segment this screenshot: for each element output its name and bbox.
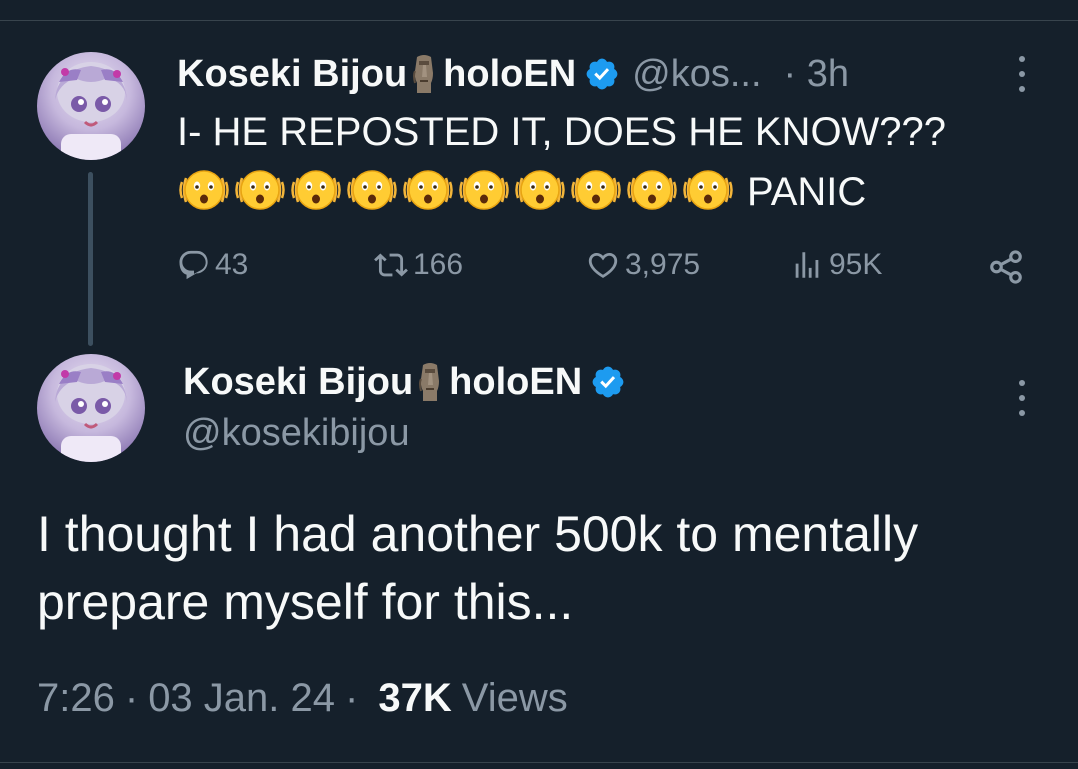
thread-connector-line (88, 172, 93, 346)
views-label[interactable]: Views (462, 676, 568, 721)
reply-icon (179, 250, 208, 280)
moai-icon (411, 53, 437, 95)
more-icon[interactable] (1017, 380, 1027, 416)
like-button[interactable]: 3,975 (585, 248, 700, 282)
tweet-text-panic: PANIC (747, 170, 867, 214)
top-divider (0, 20, 1078, 21)
tweet-emoji-row: PANIC (177, 166, 866, 219)
author-name-suffix[interactable]: holoEN (449, 361, 582, 404)
tweet-meta: 7:26 · 03 Jan. 24 · 37K Views (37, 676, 568, 721)
tweet-time[interactable]: · 3h (784, 53, 849, 96)
meta-separator: · (345, 676, 359, 720)
tweet-date[interactable]: 03 Jan. 24 (148, 676, 335, 721)
shaking-face-emoji-icon (625, 166, 679, 214)
reply-button[interactable]: 43 (177, 248, 248, 282)
tweet-actions: 43 166 3,975 95K (177, 248, 1027, 290)
shaking-face-emoji-icon (513, 166, 567, 214)
repost-count: 166 (413, 248, 464, 281)
main-tweet-header: Koseki Bijou holoEN (183, 358, 626, 406)
verified-badge-icon (590, 364, 626, 400)
share-button[interactable] (987, 248, 1029, 286)
views-button[interactable]: 95K (789, 248, 882, 282)
views-icon (795, 252, 819, 278)
author-name[interactable]: Koseki Bijou (183, 361, 413, 404)
repost-icon (374, 253, 408, 277)
tweet-time[interactable]: 7:26 (37, 676, 115, 721)
emoji-list (177, 166, 737, 219)
shaking-face-emoji-icon (401, 166, 455, 214)
shaking-face-emoji-icon (289, 166, 343, 214)
shaking-face-emoji-icon (457, 166, 511, 214)
avatar[interactable] (37, 52, 145, 160)
shaking-face-emoji-icon (177, 166, 231, 214)
parent-tweet-header: Koseki Bijou holoEN @kos... · 3h (177, 48, 849, 100)
shaking-face-emoji-icon (345, 166, 399, 214)
shaking-face-emoji-icon (681, 166, 735, 214)
share-icon (990, 250, 1022, 284)
tweet-text: I- HE REPOSTED IT, DOES HE KNOW??? (177, 110, 947, 154)
reply-count: 43 (215, 248, 249, 281)
shaking-face-emoji-icon (569, 166, 623, 214)
bottom-divider (0, 762, 1078, 763)
author-handle[interactable]: @kos... (632, 53, 761, 96)
avatar[interactable] (37, 354, 145, 462)
shaking-face-emoji-icon (233, 166, 287, 214)
like-icon (588, 252, 618, 278)
author-name-suffix[interactable]: holoEN (443, 53, 576, 96)
views-count[interactable]: 37K (378, 676, 451, 721)
views-count: 95K (829, 248, 883, 281)
meta-separator: · (124, 676, 139, 720)
tweet-text: I thought I had another 500k to mentally… (37, 506, 919, 630)
more-icon[interactable] (1017, 56, 1027, 92)
repost-button[interactable]: 166 (373, 248, 463, 282)
author-name[interactable]: Koseki Bijou (177, 53, 407, 96)
like-count: 3,975 (625, 248, 701, 281)
author-handle[interactable]: @kosekibijou (183, 412, 410, 455)
moai-icon (417, 361, 443, 403)
verified-badge-icon (584, 56, 620, 92)
